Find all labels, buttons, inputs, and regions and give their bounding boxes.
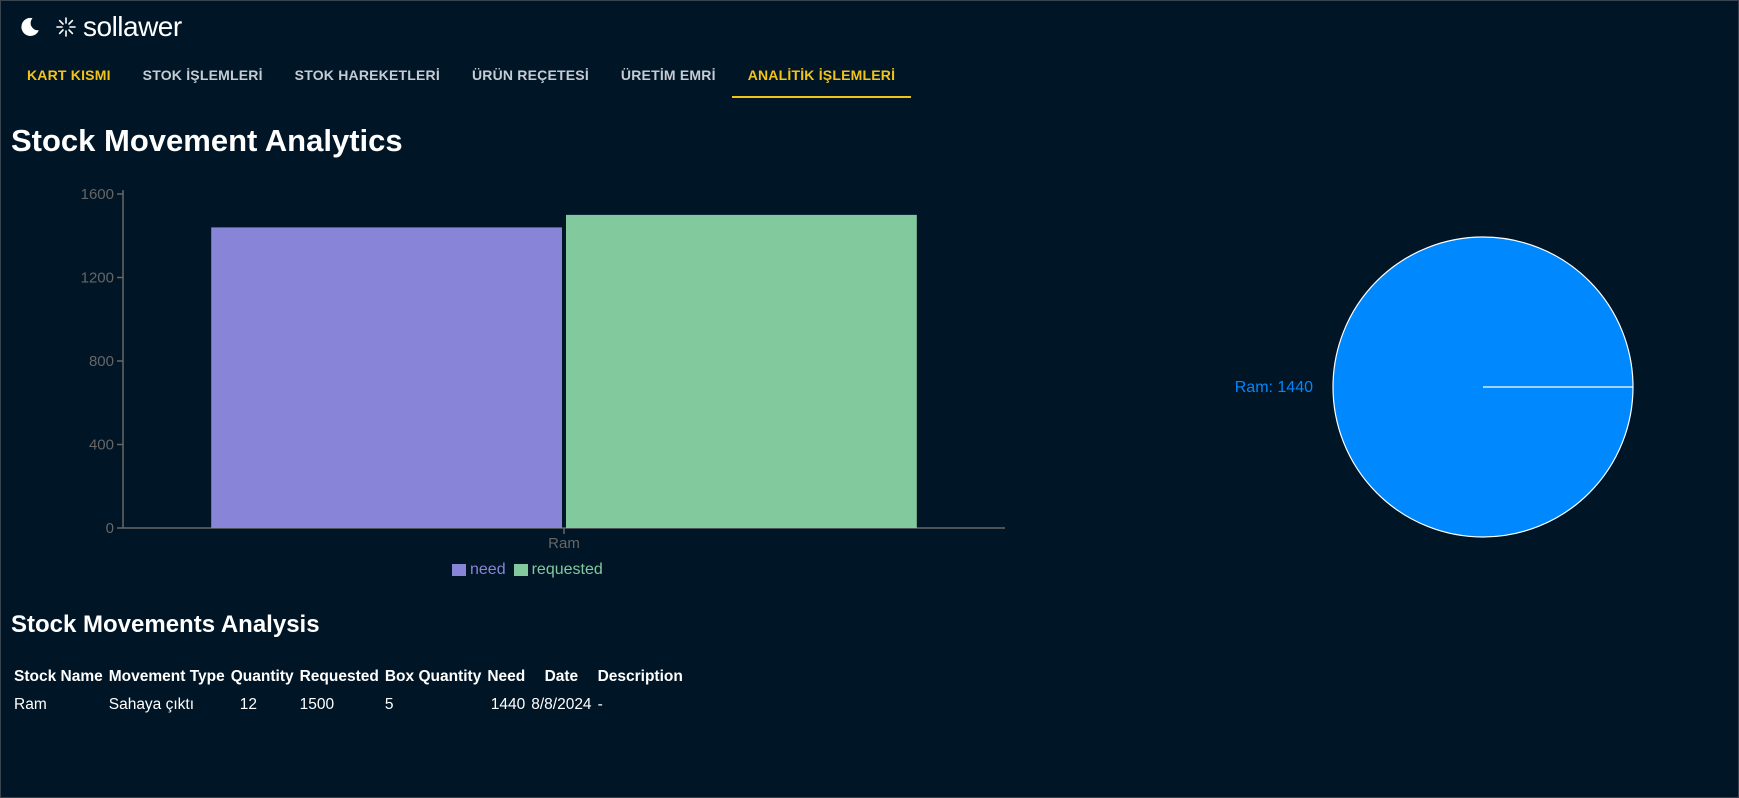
col-quantity: Quantity	[230, 668, 294, 685]
tab-urun-recetesi[interactable]: ÜRÜN REÇETESİ	[456, 52, 605, 98]
sparkle-icon	[56, 17, 76, 37]
col-movement-type: Movement Type	[108, 668, 225, 685]
tab-kart-kismi[interactable]: KART KISMI	[11, 52, 127, 98]
page-title: Stock Movement Analytics	[11, 123, 403, 158]
cell-date: 8/8/2024	[531, 696, 592, 713]
tab-uretim-emri[interactable]: ÜRETİM EMRİ	[605, 52, 732, 98]
col-description: Description	[597, 668, 683, 685]
pie-chart: Ram: 1440	[1235, 236, 1634, 538]
y-tick-label: 0	[106, 520, 114, 537]
y-tick-label: 400	[89, 437, 114, 454]
chart-legend: need requested	[452, 561, 603, 579]
col-need: Need	[487, 668, 526, 685]
cell-description: -	[597, 696, 603, 713]
bar-requested-ram[interactable]	[566, 214, 917, 528]
brand-logo[interactable]: sollawer	[55, 12, 182, 42]
col-box-quantity: Box Quantity	[384, 668, 482, 685]
pie-label-ram: Ram: 1440	[1235, 379, 1313, 396]
cell-movement-type: Sahaya çıktı	[108, 696, 195, 713]
moon-icon[interactable]	[18, 15, 42, 39]
legend-swatch-requested	[513, 564, 528, 576]
legend-swatch-need	[452, 564, 466, 576]
y-tick-label: 1200	[81, 270, 114, 287]
legend-item-requested[interactable]: requested	[513, 561, 603, 579]
cell-quantity: 12	[239, 696, 257, 713]
tab-stok-hareketleri[interactable]: STOK HAREKETLERİ	[279, 52, 456, 98]
cell-stock-name: Ram	[14, 696, 47, 713]
cell-box-quantity: 5	[384, 696, 394, 713]
tab-stok-islemleri[interactable]: STOK İŞLEMLERİ	[127, 52, 279, 98]
x-tick-label: Ram	[548, 535, 580, 552]
pie-slice-ram[interactable]	[1332, 236, 1634, 538]
table-title: Stock Movements Analysis	[11, 611, 320, 638]
table-row: Ram Sahaya çıktı 12 1500 5 1440 8/8/2024…	[11, 692, 686, 718]
y-tick-label: 800	[89, 353, 114, 370]
col-stock-name: Stock Name	[14, 668, 103, 685]
main-nav: KART KISMI STOK İŞLEMLERİ STOK HAREKETLE…	[11, 52, 912, 98]
legend-label-need: need	[470, 561, 506, 578]
legend-item-need[interactable]: need	[452, 561, 506, 579]
table-header-row: Stock Name Movement Type Quantity Reques…	[11, 664, 686, 692]
y-tick-label: 1600	[81, 186, 114, 203]
bar-need-ram[interactable]	[211, 227, 562, 528]
tab-analitik-islemleri[interactable]: ANALİTİK İŞLEMLERİ	[731, 52, 912, 98]
col-requested: Requested	[299, 668, 379, 685]
legend-label-requested: requested	[531, 561, 603, 578]
cell-need: 1440	[490, 696, 526, 713]
top-bar: sollawer	[0, 0, 1739, 50]
col-date: Date	[544, 668, 579, 685]
brand-name: sollawer	[83, 11, 182, 42]
stock-movements-table: Stock Name Movement Type Quantity Reques…	[11, 664, 686, 718]
cell-requested: 1500	[299, 696, 335, 713]
bar-chart: 0 400 800 1200 1600 Ram	[81, 186, 1005, 552]
